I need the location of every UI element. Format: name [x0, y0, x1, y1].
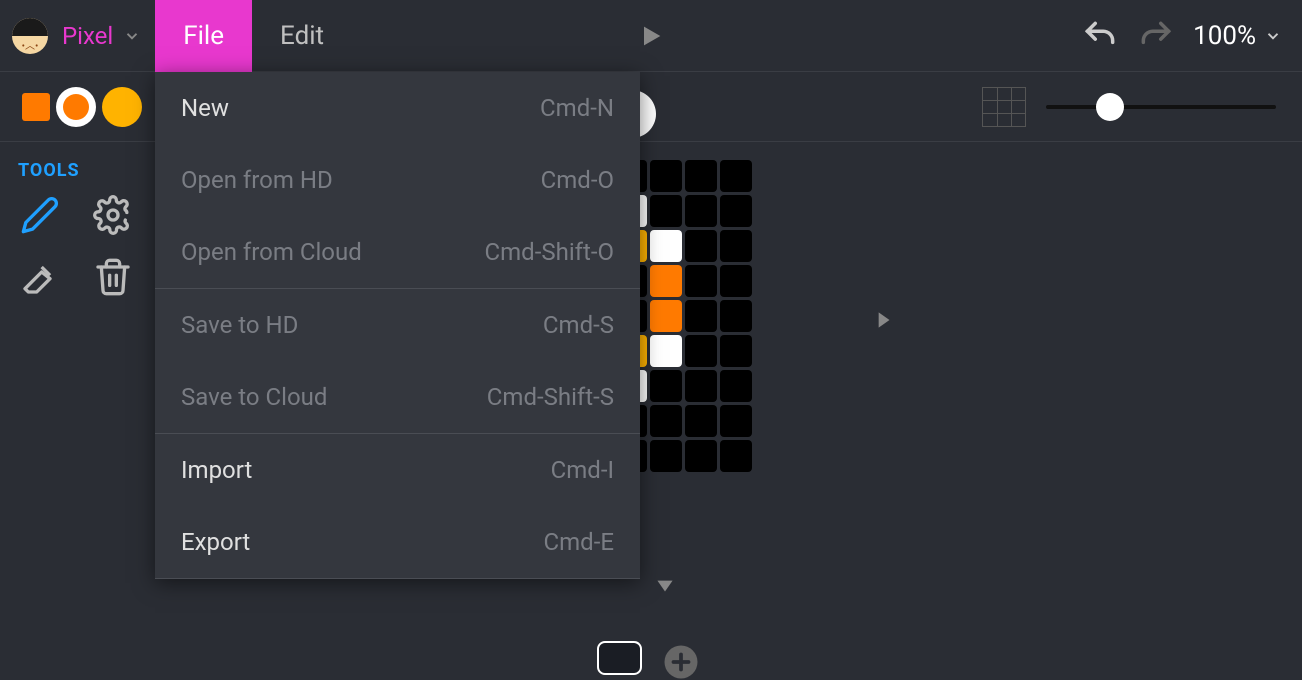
tools-title: TOOLS — [18, 160, 137, 181]
tab-file[interactable]: File — [155, 0, 252, 72]
menubar: •︿• Pixel File Edit 100% — [0, 0, 1302, 72]
add-frame-button[interactable] — [663, 644, 699, 680]
redo-button[interactable] — [1137, 17, 1175, 55]
pixel-cell[interactable] — [650, 405, 682, 437]
pixel-cell[interactable] — [685, 335, 717, 367]
menu-item-label: Open from Cloud — [181, 238, 362, 266]
next-frame-button[interactable] — [870, 305, 896, 335]
grid-toggle[interactable] — [982, 87, 1026, 127]
expand-down-button[interactable] — [650, 572, 680, 598]
menu-item-shortcut: Cmd-S — [543, 311, 614, 339]
slider-thumb[interactable] — [1096, 93, 1124, 121]
tools-panel: TOOLS — [0, 150, 155, 309]
pixel-cell[interactable] — [650, 160, 682, 192]
menu-item-label: Import — [181, 456, 252, 484]
pixel-cell[interactable] — [685, 405, 717, 437]
pixel-cell[interactable] — [685, 160, 717, 192]
pixel-cell[interactable] — [650, 265, 682, 297]
menu-item-shortcut: Cmd-I — [551, 456, 614, 484]
pixel-cell[interactable] — [685, 230, 717, 262]
eraser-tool[interactable] — [18, 255, 62, 299]
pixel-cell[interactable] — [720, 300, 752, 332]
pixel-cell[interactable] — [650, 195, 682, 227]
mode-label[interactable]: Pixel — [62, 22, 113, 50]
menu-item-open-from-hd[interactable]: Open from HD Cmd-O — [155, 144, 640, 216]
menu-item-shortcut: Cmd-Shift-O — [485, 238, 614, 266]
menu-item-shortcut: Cmd-O — [541, 166, 614, 194]
color-swatch-square[interactable] — [22, 93, 50, 121]
menu-item-label: Save to HD — [181, 311, 298, 339]
menu-item-save-to-hd[interactable]: Save to HD Cmd-S — [155, 289, 640, 361]
pixel-cell[interactable] — [720, 265, 752, 297]
pixel-cell[interactable] — [650, 370, 682, 402]
color-swatch-outline[interactable] — [56, 87, 96, 127]
menu-item-label: Export — [181, 528, 250, 556]
pixel-cell[interactable] — [685, 265, 717, 297]
pixel-cell[interactable] — [720, 160, 752, 192]
pixel-cell[interactable] — [720, 440, 752, 472]
play-button[interactable] — [637, 22, 665, 50]
pixel-cell[interactable] — [720, 230, 752, 262]
menu-divider — [155, 578, 640, 579]
chevron-down-icon[interactable] — [123, 27, 141, 45]
menu-item-label: New — [181, 94, 229, 122]
menu-item-shortcut: Cmd-E — [544, 528, 614, 556]
menu-item-export[interactable]: Export Cmd-E — [155, 506, 640, 578]
pixel-cell[interactable] — [720, 335, 752, 367]
zoom-control[interactable]: 100% — [1193, 21, 1282, 51]
pencil-tool[interactable] — [18, 193, 62, 237]
pixel-cell[interactable] — [650, 300, 682, 332]
pixel-cell[interactable] — [685, 440, 717, 472]
pixel-cell[interactable] — [650, 230, 682, 262]
pixel-cell[interactable] — [650, 440, 682, 472]
zoom-value: 100% — [1193, 21, 1256, 51]
file-menu-dropdown: New Cmd-N Open from HD Cmd-O Open from Cloud… — [155, 72, 640, 579]
pixel-cell[interactable] — [720, 195, 752, 227]
settings-tool[interactable] — [91, 193, 135, 237]
menu-item-label: Open from HD — [181, 166, 333, 194]
pixel-cell[interactable] — [685, 370, 717, 402]
trash-tool[interactable] — [91, 255, 135, 299]
pixel-cell[interactable] — [650, 335, 682, 367]
color-swatch-fill[interactable] — [102, 87, 142, 127]
menu-item-save-to-cloud[interactable]: Save to Cloud Cmd-Shift-S — [155, 361, 640, 433]
menu-item-shortcut: Cmd-N — [540, 94, 614, 122]
pixel-cell[interactable] — [720, 370, 752, 402]
menu-item-shortcut: Cmd-Shift-S — [487, 383, 614, 411]
pixel-cell[interactable] — [685, 300, 717, 332]
avatar[interactable]: •︿• — [12, 18, 48, 54]
menu-item-new[interactable]: New Cmd-N — [155, 72, 640, 144]
menu-item-open-from-cloud[interactable]: Open from Cloud Cmd-Shift-O — [155, 216, 640, 288]
undo-button[interactable] — [1081, 17, 1119, 55]
menu-item-import[interactable]: Import Cmd-I — [155, 434, 640, 506]
timeline-frame-selected[interactable] — [597, 641, 642, 675]
pixel-cell[interactable] — [720, 405, 752, 437]
zoom-slider[interactable] — [1046, 105, 1276, 109]
pixel-cell[interactable] — [685, 195, 717, 227]
menu-item-label: Save to Cloud — [181, 383, 327, 411]
tab-edit[interactable]: Edit — [252, 0, 352, 72]
